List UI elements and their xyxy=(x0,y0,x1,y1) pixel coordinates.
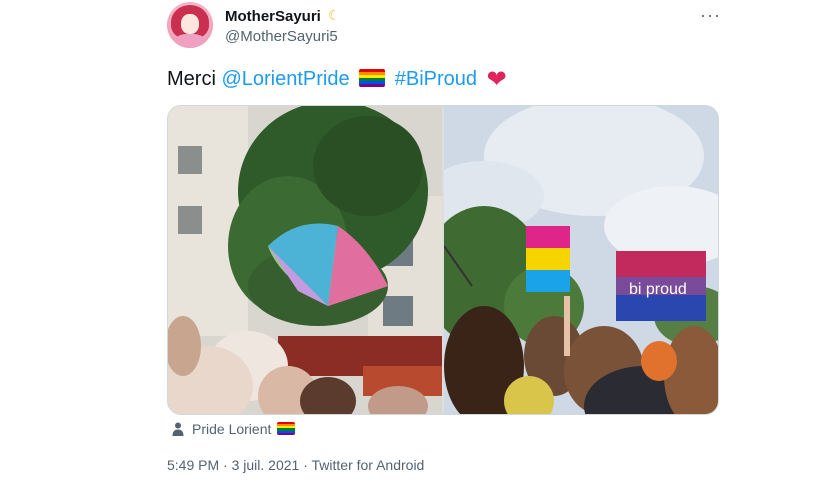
crescent-moon-icon: ☾ xyxy=(328,7,341,23)
tweet-source[interactable]: Twitter for Android xyxy=(312,457,425,473)
more-options-icon[interactable]: ··· xyxy=(700,5,721,26)
mention-link[interactable]: @LorientPride xyxy=(221,68,349,90)
avatar-face xyxy=(181,14,199,34)
bi-sign: bi proud xyxy=(616,251,706,321)
avatar-body xyxy=(175,34,205,48)
pan-sign xyxy=(526,226,570,292)
tweet-text: Merci @LorientPride #BiProud ❤ xyxy=(167,66,507,93)
tweet-date[interactable]: 3 juil. 2021 xyxy=(232,457,300,473)
media-grid: bi proud xyxy=(167,105,719,415)
hashtag-link[interactable]: #BiProud xyxy=(395,68,477,90)
tweet-text-prefix: Merci xyxy=(167,68,216,90)
person-icon xyxy=(172,422,184,436)
tweet-meta: 5:49 PM · 3 juil. 2021 · Twitter for And… xyxy=(167,457,424,473)
location-name: Pride Lorient xyxy=(192,421,272,437)
rainbow-flag-icon xyxy=(359,69,386,87)
meta-separator: · xyxy=(303,457,308,473)
left-photo-image xyxy=(168,106,442,414)
red-heart-icon: ❤ xyxy=(486,66,507,93)
rainbow-flag-icon xyxy=(277,422,296,435)
bi-pan-signs-crowd-photo[interactable]: bi proud xyxy=(444,106,718,414)
meta-separator: · xyxy=(223,457,228,473)
tweet-card: MotherSayuri ☾ @MotherSayuri5 ··· Merci … xyxy=(0,0,830,480)
display-name[interactable]: MotherSayuri xyxy=(225,8,321,25)
pride-crowd-rainbow-umbrella-photo[interactable] xyxy=(168,106,442,414)
user-handle[interactable]: @MotherSayuri5 xyxy=(225,28,338,45)
svg-text:bi proud: bi proud xyxy=(629,281,687,298)
tweet-time[interactable]: 5:49 PM xyxy=(167,457,219,473)
right-photo-image: bi proud xyxy=(444,106,718,414)
location-tag[interactable]: Pride Lorient xyxy=(172,421,299,437)
avatar[interactable] xyxy=(167,2,213,48)
